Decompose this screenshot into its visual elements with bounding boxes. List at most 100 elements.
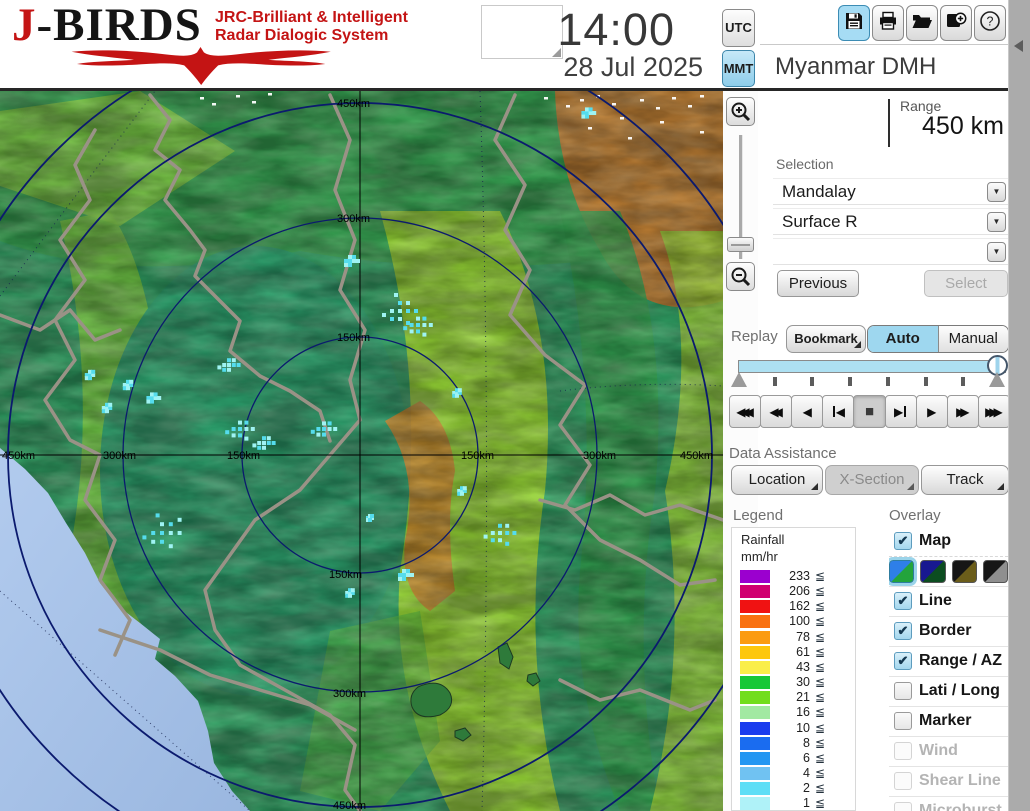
legend-value: 61 bbox=[770, 646, 810, 659]
station-logo-placeholder[interactable] bbox=[481, 5, 563, 59]
checkbox-lati-long[interactable] bbox=[894, 682, 912, 700]
replay-mode-auto[interactable]: Auto bbox=[868, 326, 938, 352]
legend-row: 1≦ bbox=[732, 797, 856, 811]
overlay-label: Overlay bbox=[889, 507, 941, 524]
zoom-in-button[interactable] bbox=[726, 97, 755, 126]
printer-icon bbox=[878, 11, 898, 36]
open-button[interactable] bbox=[906, 5, 938, 41]
track-button[interactable]: Track bbox=[921, 465, 1009, 495]
step-back-button[interactable]: ◀ bbox=[822, 395, 854, 428]
legend-comparator: ≦ bbox=[815, 600, 825, 613]
checkbox-border[interactable]: ✔ bbox=[894, 622, 912, 640]
add-image-button[interactable] bbox=[940, 5, 972, 41]
timeline-start-marker[interactable] bbox=[731, 372, 747, 387]
legend-row: 162 ≦ bbox=[732, 600, 856, 614]
timeline-tick bbox=[961, 377, 965, 386]
checkbox-wind bbox=[894, 742, 912, 760]
legend-comparator: ≦ bbox=[815, 722, 825, 735]
svg-text:?: ? bbox=[987, 14, 994, 28]
stop-button[interactable]: ■ bbox=[853, 395, 885, 428]
app-logo-text: J-BIRDS bbox=[12, 0, 202, 50]
site-dropdown[interactable]: Mandalay ▼ bbox=[773, 178, 1008, 205]
fast-forward-button[interactable]: ▶▶ bbox=[947, 395, 979, 428]
legend-swatch bbox=[740, 752, 770, 765]
checkbox-marker[interactable] bbox=[894, 712, 912, 730]
range-value: 450 km bbox=[860, 112, 1004, 141]
selection-label: Selection bbox=[776, 156, 834, 172]
legend-row: 233≦ bbox=[732, 570, 856, 584]
ring-distance-label: 150km bbox=[461, 450, 494, 462]
panel-collapse-strip[interactable] bbox=[1008, 0, 1030, 811]
map-style-swatch-1[interactable] bbox=[889, 560, 914, 583]
help-button[interactable]: ? bbox=[974, 5, 1006, 41]
print-button[interactable] bbox=[872, 5, 904, 41]
legend-value: 162 bbox=[770, 600, 810, 613]
skip-forward-button[interactable]: ▶▶▶ bbox=[978, 395, 1010, 428]
overlay-row-microburst: Microburst bbox=[889, 796, 1008, 811]
ring-distance-label: 450km bbox=[2, 450, 35, 462]
timezone-mmt-button[interactable]: MMT bbox=[722, 50, 755, 87]
legend-value: 78 bbox=[770, 631, 810, 644]
product-dropdown[interactable]: Surface R ▼ bbox=[773, 208, 1008, 235]
option-dropdown[interactable]: ▼ bbox=[773, 238, 1008, 265]
rewind-button[interactable]: ◀◀ bbox=[760, 395, 792, 428]
chevron-down-icon[interactable]: ▼ bbox=[987, 212, 1006, 232]
zoom-slider-thumb[interactable] bbox=[727, 237, 754, 252]
legend-swatch bbox=[740, 661, 770, 674]
legend-swatch bbox=[740, 631, 770, 644]
checkbox-range-az[interactable]: ✔ bbox=[894, 652, 912, 670]
chevron-down-icon[interactable]: ▼ bbox=[987, 182, 1006, 202]
chevron-down-icon[interactable]: ▼ bbox=[987, 242, 1006, 262]
legend-value: 4 bbox=[770, 767, 810, 780]
checkbox-map[interactable]: ✔ bbox=[894, 532, 912, 550]
header: J-BIRDS JRC-Brilliant & Intelligent Rada… bbox=[0, 0, 1030, 91]
image-add-icon bbox=[945, 11, 967, 36]
zoom-out-button[interactable] bbox=[726, 262, 755, 291]
overlay-item-label: Border bbox=[919, 617, 971, 645]
legend-swatch bbox=[740, 767, 770, 780]
legend-value: 8 bbox=[770, 737, 810, 750]
overlay-row-border: ✔ Border bbox=[889, 616, 1008, 646]
save-button[interactable] bbox=[838, 5, 870, 41]
legend-swatch bbox=[740, 691, 770, 704]
timeline-end-marker[interactable] bbox=[989, 372, 1005, 387]
overlay-item-label: Marker bbox=[919, 707, 971, 735]
legend-swatch bbox=[740, 782, 770, 795]
replay-mode-manual[interactable]: Manual bbox=[938, 326, 1009, 352]
overlay-item-label: Wind bbox=[919, 737, 958, 765]
checkbox-line[interactable]: ✔ bbox=[894, 592, 912, 610]
tagline-line1: JRC-Brilliant & Intelligent bbox=[215, 9, 408, 27]
logo-tagline: JRC-Brilliant & Intelligent Radar Dialog… bbox=[215, 9, 408, 45]
map-style-swatch-4[interactable] bbox=[983, 560, 1008, 583]
legend-comparator: ≦ bbox=[815, 631, 825, 644]
replay-label: Replay bbox=[731, 328, 778, 345]
map-style-swatch-3[interactable] bbox=[952, 560, 977, 583]
ring-distance-label: 450km bbox=[333, 800, 366, 811]
timeline-tick bbox=[810, 377, 814, 386]
map-style-swatch-2[interactable] bbox=[920, 560, 945, 583]
radar-map[interactable]: 450km300km150km150km300km450km450km300km… bbox=[0, 91, 723, 811]
legend-unit: mm/hr bbox=[741, 549, 778, 564]
legend-comparator: ≦ bbox=[815, 752, 825, 765]
legend-comparator: ≦ bbox=[815, 615, 825, 628]
step-forward-button[interactable]: ▶ bbox=[885, 395, 917, 428]
fast-rewind-button[interactable]: ◀◀◀ bbox=[729, 395, 761, 428]
previous-button[interactable]: Previous bbox=[777, 270, 859, 297]
legend-row: 6≦ bbox=[732, 752, 856, 766]
play-button[interactable]: ▶ bbox=[916, 395, 948, 428]
ring-distance-label: 450km bbox=[680, 450, 713, 462]
overlay-list: ✔Map✔Line✔Border✔Range / AZLati / LongMa… bbox=[889, 527, 1008, 811]
bookmark-button[interactable]: Bookmark bbox=[786, 325, 866, 353]
timezone-utc-button[interactable]: UTC bbox=[722, 9, 755, 47]
location-button[interactable]: Location bbox=[731, 465, 823, 495]
station-name: Myanmar DMH bbox=[775, 53, 936, 81]
play-backward-button[interactable]: ◀ bbox=[791, 395, 823, 428]
legend-row: 4≦ bbox=[732, 767, 856, 781]
replay-timeline-track[interactable] bbox=[738, 360, 1006, 373]
legend-value: 16 bbox=[770, 706, 810, 719]
map-style-row bbox=[889, 556, 1008, 586]
legend-comparator: ≦ bbox=[815, 706, 825, 719]
timeline-tick bbox=[773, 377, 777, 386]
checkbox-shear-line bbox=[894, 772, 912, 790]
logo-letters-birds: -BIRDS bbox=[37, 0, 202, 51]
